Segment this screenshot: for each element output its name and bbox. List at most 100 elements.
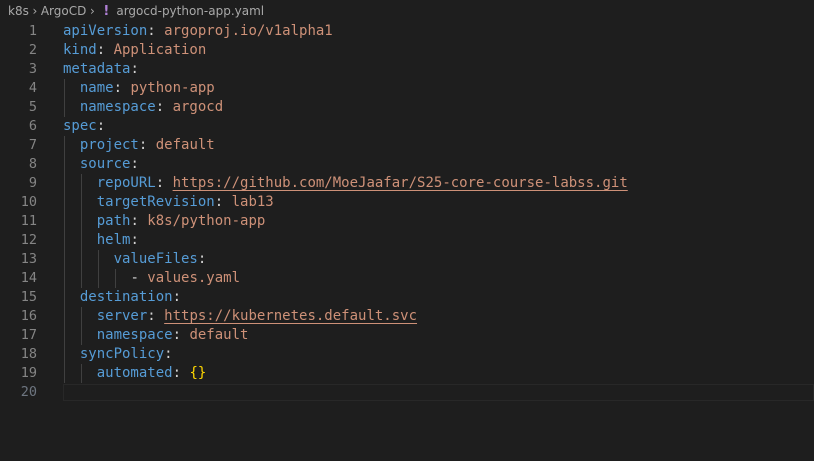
indent-guide [80, 269, 82, 288]
code-text: apiVersion: argoproj.io/v1alpha1 [63, 22, 333, 41]
yaml-value: argocd [172, 99, 224, 115]
code-line[interactable]: 18 syncPolicy: [0, 345, 814, 364]
code-line[interactable]: 2 kind: Application [0, 41, 814, 60]
indent-guide [64, 269, 65, 288]
breadcrumb-item-argocd[interactable]: ArgoCD [41, 4, 87, 18]
code-line[interactable]: 19 automated: {} [0, 364, 814, 383]
indent-guide [80, 174, 82, 193]
code-line[interactable]: 12 helm: [0, 231, 814, 250]
code-text: namespace: default [63, 326, 249, 345]
code-line[interactable]: 13 valueFiles: [0, 250, 814, 269]
yaml-key: kind [63, 42, 97, 58]
yaml-separator: : [96, 42, 114, 58]
line-number: 14 [20, 270, 37, 286]
line-number: 9 [28, 175, 37, 191]
indent-guide [80, 364, 82, 383]
yaml-key: apiVersion [63, 23, 148, 39]
code-text: helm: [63, 231, 139, 250]
line-number: 17 [20, 327, 37, 343]
indent-guide [64, 174, 65, 193]
code-text: source: [63, 155, 139, 174]
indent-guide [97, 269, 99, 288]
yaml-separator: : [147, 308, 165, 324]
indent-guide [114, 269, 116, 288]
yaml-separator: : [130, 156, 139, 172]
breadcrumb-item-k8s[interactable]: k8s [8, 4, 29, 18]
code-line[interactable]: 14 - values.yaml [0, 269, 814, 288]
yaml-separator: : [155, 99, 173, 115]
line-number: 10 [20, 194, 37, 210]
line-number: 18 [20, 346, 37, 362]
line-number: 19 [20, 365, 37, 381]
code-line[interactable]: 20 [0, 383, 814, 402]
code-editor[interactable]: 1 apiVersion: argoproj.io/v1alpha1 2 kind: … [0, 22, 814, 461]
code-line[interactable]: 16 server: https://kubernetes.default.sv… [0, 307, 814, 326]
code-text: project: default [63, 136, 215, 155]
yaml-key: destination [79, 289, 173, 305]
indent-guide [64, 155, 65, 174]
yaml-value: values.yaml [147, 270, 241, 286]
code-line[interactable]: 8 source: [0, 155, 814, 174]
line-number: 5 [28, 99, 37, 115]
code-line[interactable]: 4 name: python-app [0, 79, 814, 98]
code-text: namespace: argocd [63, 98, 223, 117]
yaml-separator: : [130, 213, 148, 229]
url-link[interactable]: https://github.com/MoeJaafar/S25-core-co… [173, 175, 628, 191]
line-number: 15 [20, 289, 37, 305]
yaml-key: path [96, 213, 131, 229]
yaml-key: namespace [79, 99, 156, 115]
code-line[interactable]: 3 metadata: [0, 60, 814, 79]
yaml-key: spec [63, 118, 97, 134]
indent-guide [64, 307, 65, 326]
code-text: valueFiles: [63, 250, 207, 269]
code-line[interactable]: 9 repoURL: https://github.com/MoeJaafar/… [0, 174, 814, 193]
code-text: syncPolicy: [63, 345, 173, 364]
indent-guide [64, 79, 65, 98]
code-line[interactable]: 7 project: default [0, 136, 814, 155]
code-text: repoURL: https://github.com/MoeJaafar/S2… [63, 174, 628, 193]
code-line[interactable]: 1 apiVersion: argoproj.io/v1alpha1 [0, 22, 814, 41]
code-line[interactable]: 6 spec: [0, 117, 814, 136]
yaml-separator: : [172, 327, 190, 343]
url-link[interactable]: https://kubernetes.default.svc [164, 308, 417, 324]
code-text: - values.yaml [63, 269, 240, 288]
indent-guide [64, 288, 65, 307]
indent-guide [80, 193, 82, 212]
breadcrumb: k8s › ArgoCD › ! argocd-python-app.yaml [0, 0, 814, 22]
code-line[interactable]: 10 targetRevision: lab13 [0, 193, 814, 212]
yaml-key: automated [96, 365, 173, 381]
indent-guide [80, 250, 82, 269]
yaml-separator: : [130, 61, 139, 77]
yaml-separator: : [197, 251, 207, 267]
indent-guide [80, 307, 82, 326]
yaml-separator: : [113, 80, 131, 96]
line-number: 11 [20, 213, 37, 229]
indent-guide [64, 212, 65, 231]
indent-guide [64, 231, 65, 250]
code-text: automated: {} [63, 364, 207, 383]
yaml-key: targetRevision [96, 194, 215, 210]
yaml-brace: {} [189, 365, 207, 381]
code-line[interactable]: 15 destination: [0, 288, 814, 307]
yaml-key: syncPolicy [79, 346, 165, 362]
line-number: 20 [20, 384, 37, 400]
yaml-separator: : [147, 23, 165, 39]
yaml-separator: : [172, 289, 182, 305]
indent-guide [64, 98, 65, 117]
yaml-separator: : [96, 118, 106, 134]
breadcrumb-item-file[interactable]: argocd-python-app.yaml [116, 4, 264, 18]
line-number: 2 [28, 42, 37, 58]
yaml-key: namespace [96, 327, 173, 343]
code-line[interactable]: 11 path: k8s/python-app [0, 212, 814, 231]
yaml-separator: : [214, 194, 232, 210]
line-number: 16 [20, 308, 37, 324]
code-line[interactable]: 5 namespace: argocd [0, 98, 814, 117]
current-line-highlight [63, 384, 814, 401]
line-number: 6 [28, 118, 37, 134]
indent-guide [64, 193, 65, 212]
code-line[interactable]: 17 namespace: default [0, 326, 814, 345]
indent-guide [64, 364, 65, 383]
line-number: 1 [28, 23, 37, 39]
chevron-right-icon: › [32, 4, 38, 18]
line-number: 12 [20, 232, 37, 248]
